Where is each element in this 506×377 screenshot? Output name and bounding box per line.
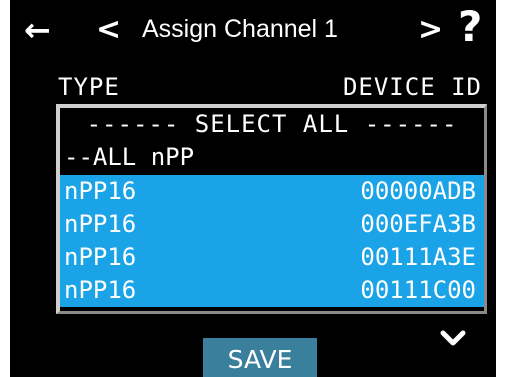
top-bar: ← < Assign Channel 1 > ? [10, 0, 496, 62]
select-all-row[interactable]: ------ SELECT ALL ------ [60, 108, 484, 141]
help-icon[interactable]: ? [458, 6, 482, 48]
device-type: nPP16 [64, 243, 137, 271]
chevron-down-icon[interactable] [440, 330, 466, 351]
previous-channel-icon[interactable]: < [96, 15, 121, 45]
device-row[interactable]: nPP16 00111A3E [60, 241, 484, 274]
device-id: 00111A3E [360, 243, 476, 271]
device-id-column-header: DEVICE ID [342, 73, 482, 101]
type-column-header: TYPE [58, 73, 120, 101]
device-row[interactable]: nPP16 00111C00 [60, 274, 484, 307]
device-row[interactable]: nPP16 000EFA3B [60, 208, 484, 241]
page-title: Assign Channel 1 [142, 15, 338, 43]
device-type: nPP16 [64, 177, 137, 205]
device-id: 000EFA3B [360, 210, 476, 238]
save-button[interactable]: SAVE [203, 338, 317, 377]
chevron-down-icon-graphic [440, 330, 466, 346]
back-arrow-icon[interactable]: ← [24, 14, 51, 46]
device-list: ------ SELECT ALL ------ --ALL nPP nPP16… [56, 104, 487, 314]
device-type: nPP16 [64, 210, 137, 238]
device-id: 00111C00 [360, 276, 476, 304]
device-type: nPP16 [64, 276, 137, 304]
device-screen: ← < Assign Channel 1 > ? TYPE DEVICE ID … [10, 0, 496, 377]
device-row[interactable]: nPP16 00000ADB [60, 175, 484, 208]
next-channel-icon[interactable]: > [418, 15, 443, 45]
device-id: 00000ADB [360, 177, 476, 205]
all-npp-row[interactable]: --ALL nPP [60, 141, 484, 174]
